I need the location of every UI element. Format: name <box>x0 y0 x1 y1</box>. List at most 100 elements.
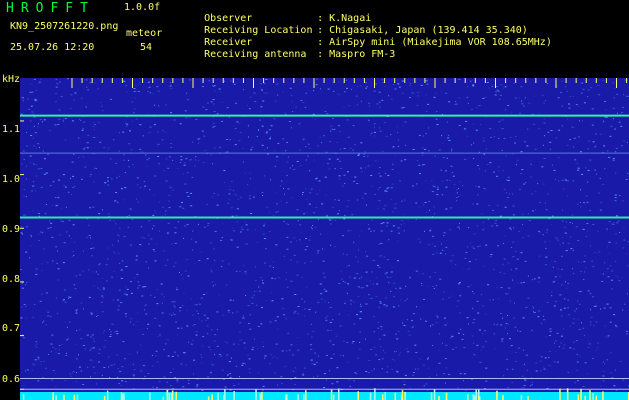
noise-speck <box>302 194 303 196</box>
noise-speck <box>512 153 514 155</box>
noise-speck <box>505 155 507 157</box>
noise-speck <box>231 207 233 209</box>
noise-speck <box>317 252 319 254</box>
noise-speck <box>81 178 83 180</box>
noise-speck <box>194 263 196 265</box>
noise-speck <box>164 132 166 133</box>
noise-speck <box>396 371 399 373</box>
noise-speck <box>387 175 390 176</box>
noise-speck <box>122 131 125 133</box>
noise-speck <box>319 189 321 191</box>
noise-speck <box>22 233 23 235</box>
noise-speck <box>590 309 592 311</box>
noise-speck <box>496 225 499 227</box>
noise-speck <box>350 303 352 305</box>
noise-speck <box>123 235 126 237</box>
noise-speck <box>305 107 307 109</box>
noise-speck <box>384 86 386 87</box>
noise-speck <box>57 197 60 199</box>
noise-speck <box>501 338 504 340</box>
noise-speck <box>304 308 306 310</box>
noise-speck <box>489 128 492 130</box>
noise-speck <box>248 358 251 360</box>
noise-speck <box>253 92 256 94</box>
noise-speck <box>291 101 293 103</box>
noise-speck <box>434 272 437 273</box>
noise-speck <box>365 82 367 84</box>
noise-speck <box>204 149 206 151</box>
noise-speck <box>187 99 189 101</box>
noise-speck <box>624 303 626 305</box>
noise-speck <box>477 165 479 167</box>
noise-speck <box>374 135 375 137</box>
noise-speck <box>282 153 284 155</box>
noise-speck <box>502 263 504 265</box>
noise-speck <box>442 142 444 144</box>
noise-speck <box>419 206 421 208</box>
noise-speck <box>610 125 613 127</box>
noise-speck <box>42 360 45 362</box>
noise-speck <box>99 348 101 350</box>
noise-speck <box>90 376 91 378</box>
noise-speck <box>194 165 196 167</box>
noise-speck <box>179 206 182 208</box>
noise-speck <box>167 167 170 169</box>
noise-speck <box>143 180 145 182</box>
noise-speck <box>75 358 78 360</box>
noise-speck <box>121 380 124 382</box>
noise-speck <box>340 270 342 272</box>
noise-speck <box>509 338 511 340</box>
noise-speck <box>254 266 256 268</box>
noise-speck <box>346 254 348 256</box>
noise-speck <box>300 99 303 101</box>
noise-speck <box>158 163 160 165</box>
noise-speck <box>347 171 349 173</box>
noise-speck <box>381 99 384 101</box>
noise-speck <box>55 246 58 248</box>
noise-speck <box>573 137 576 139</box>
noise-speck <box>68 235 70 237</box>
noise-speck <box>590 321 592 323</box>
noise-speck <box>611 223 613 225</box>
noise-speck <box>386 371 388 373</box>
noise-speck <box>460 328 462 330</box>
noise-speck <box>263 92 265 94</box>
noise-speck <box>587 169 590 171</box>
noise-speck <box>140 226 142 228</box>
noise-speck <box>604 325 606 327</box>
noise-speck <box>118 175 120 177</box>
noise-speck <box>353 323 355 325</box>
noise-speck <box>599 209 602 211</box>
noise-speck <box>234 127 237 129</box>
noise-speck <box>606 359 608 361</box>
noise-speck <box>472 203 474 205</box>
noise-speck <box>271 292 273 294</box>
noise-speck <box>172 312 174 314</box>
noise-speck <box>195 304 198 306</box>
noise-speck <box>213 260 216 262</box>
noise-speck <box>183 352 186 354</box>
noise-speck <box>612 223 615 225</box>
noise-speck <box>22 100 24 102</box>
noise-speck <box>34 98 37 100</box>
noise-speck <box>429 376 431 378</box>
noise-speck <box>35 147 37 149</box>
noise-speck <box>24 214 27 216</box>
noise-speck <box>375 83 377 85</box>
noise-speck <box>156 243 157 245</box>
noise-speck <box>573 146 575 148</box>
noise-speck <box>436 124 439 125</box>
noise-speck <box>130 292 133 294</box>
noise-speck <box>351 88 352 90</box>
noise-speck <box>40 79 42 80</box>
noise-speck <box>120 385 122 386</box>
noise-speck <box>398 331 400 332</box>
noise-speck <box>368 360 370 361</box>
noise-speck <box>573 273 574 275</box>
noise-speck <box>482 346 484 348</box>
noise-speck <box>561 80 563 82</box>
noise-speck <box>556 238 558 240</box>
noise-speck <box>140 370 143 372</box>
noise-speck <box>344 183 346 184</box>
band-spike <box>303 394 305 400</box>
